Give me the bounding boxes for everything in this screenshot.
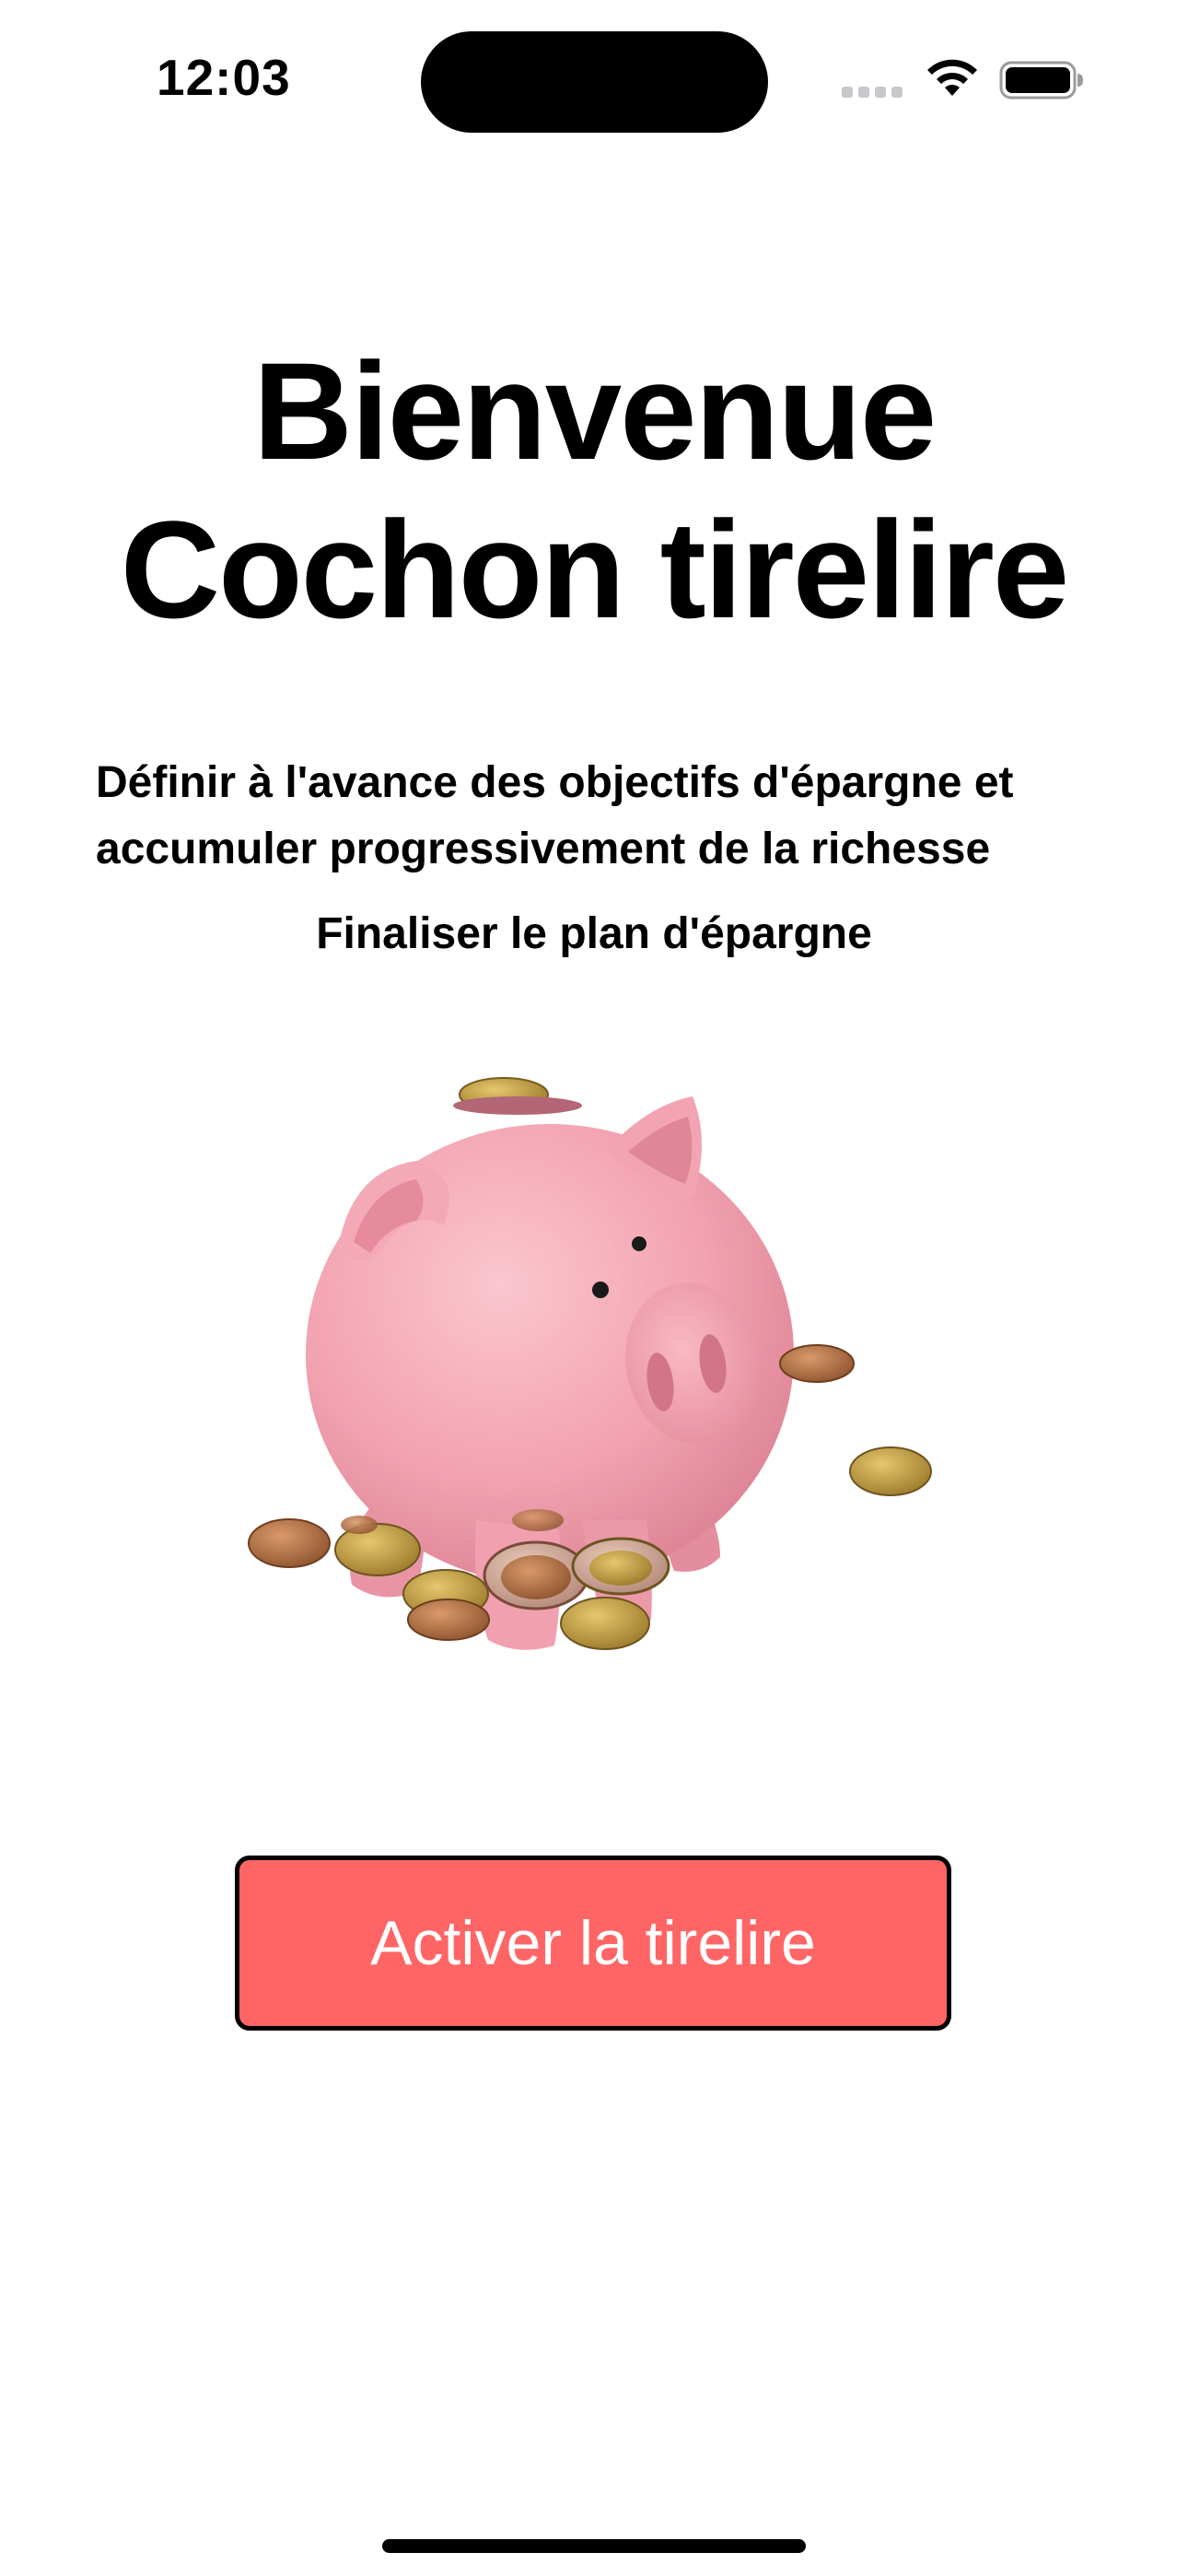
- battery-icon: [999, 61, 1083, 100]
- description-text: Définir à l'avance des objectifs d'éparg…: [96, 758, 1014, 873]
- dynamic-island: [421, 31, 768, 133]
- title-line-2: Cochon tirelire: [120, 492, 1070, 647]
- page-title: Bienvenue Cochon tirelire: [0, 332, 1188, 649]
- title-line-1: Bienvenue: [252, 334, 938, 488]
- cellular-signal-icon: [842, 87, 903, 98]
- activate-piggy-bank-button[interactable]: Activer la tirelire: [235, 1856, 951, 2031]
- wifi-icon: [927, 59, 977, 96]
- piggy-bank-illustration: [248, 1077, 932, 1650]
- tagline-text: Finaliser le plan d'épargne: [316, 909, 872, 958]
- status-time: 12:03: [157, 49, 291, 106]
- home-indicator[interactable]: [382, 2539, 806, 2553]
